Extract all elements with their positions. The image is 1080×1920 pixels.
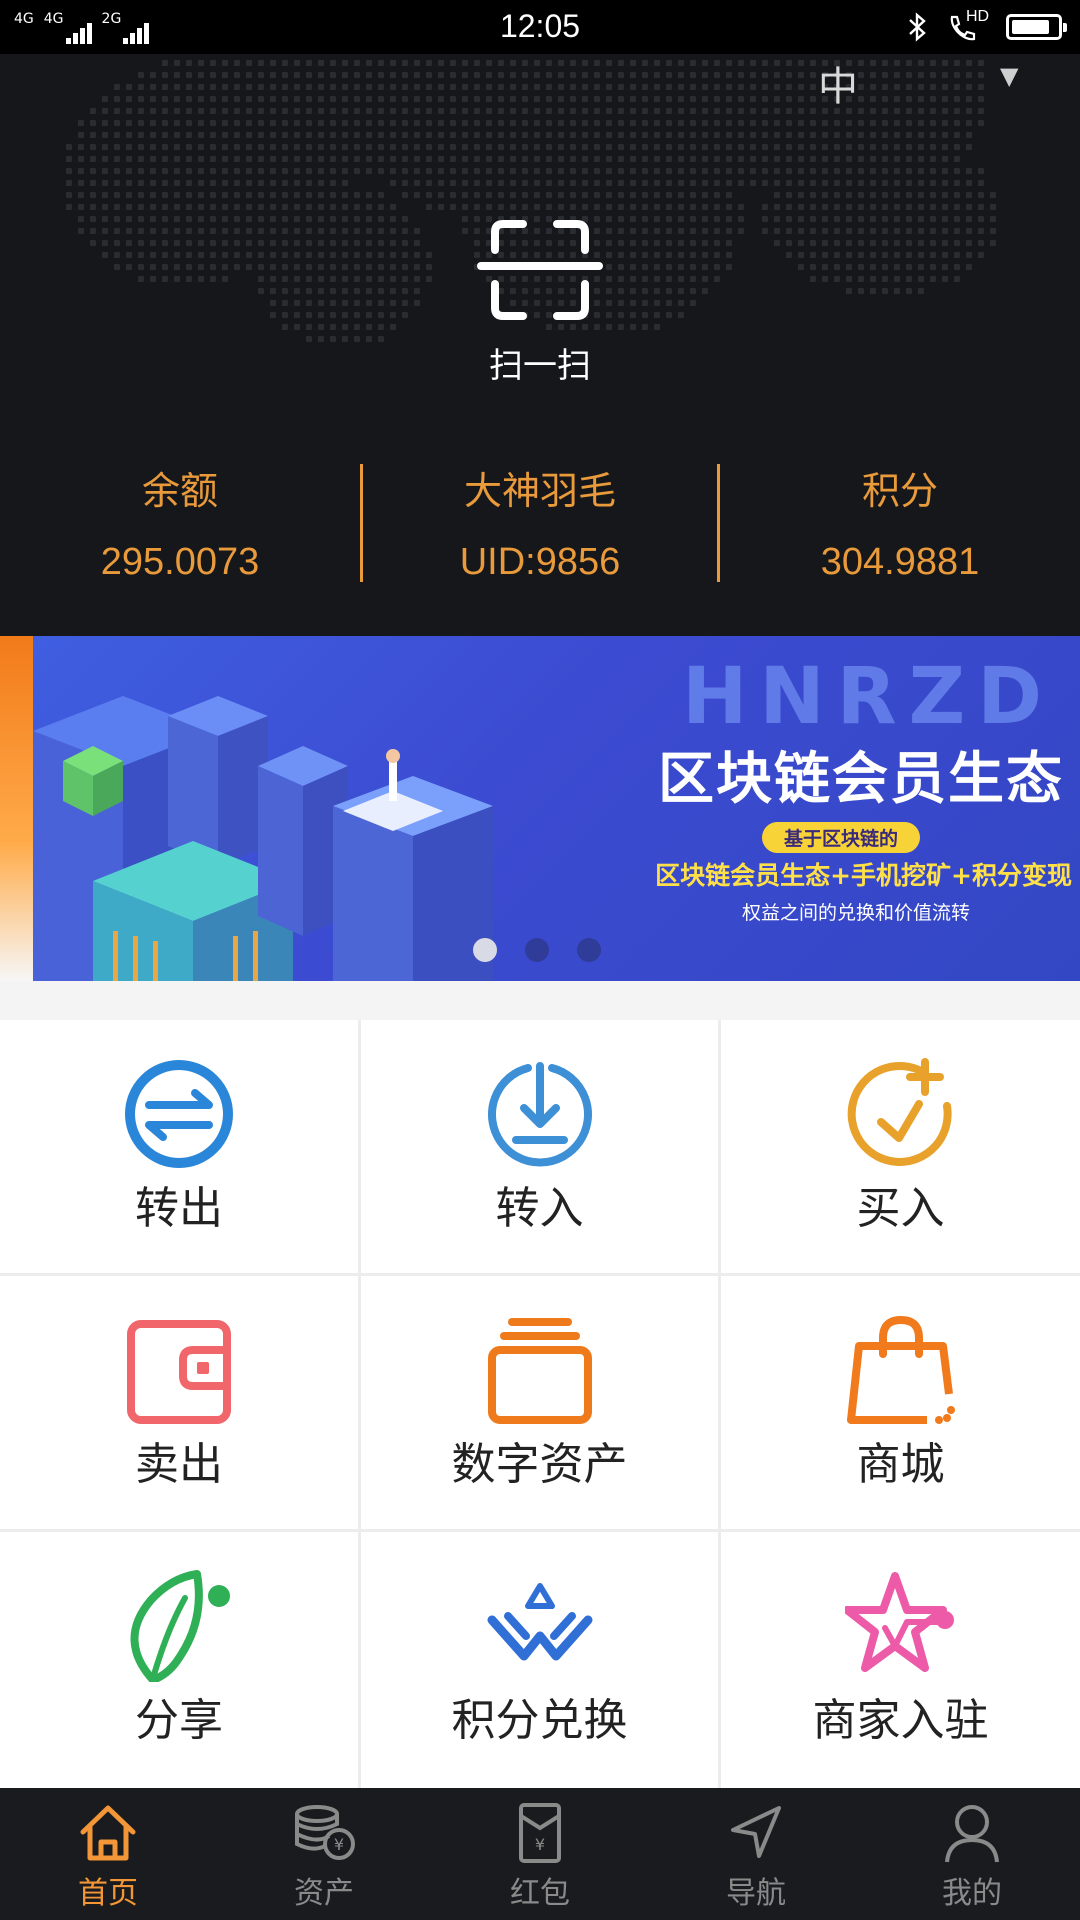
username-stat[interactable]: 大神羽毛 UID:9856 bbox=[360, 454, 720, 584]
nav-label: 首页 bbox=[78, 1876, 138, 1911]
leaf-icon bbox=[130, 1570, 230, 1682]
battery-icon bbox=[1006, 14, 1067, 40]
mall-button[interactable]: 商城 bbox=[721, 1276, 1080, 1529]
menu-label: 转入 bbox=[495, 1183, 584, 1234]
stat-title: 大神羽毛 bbox=[463, 469, 616, 513]
star-icon bbox=[844, 1572, 954, 1672]
transfer-out-button[interactable]: 转出 bbox=[0, 1020, 358, 1273]
chevron-down-icon[interactable]: ▼ bbox=[1000, 62, 1018, 90]
nav-profile[interactable]: 我的 bbox=[864, 1788, 1080, 1920]
sell-button[interactable]: 卖出 bbox=[0, 1276, 358, 1529]
status-bar: 4G 4G 2G 12:05 HD bbox=[0, 0, 1080, 54]
menu-label: 积分兑换 bbox=[451, 1695, 628, 1746]
red-envelope-icon: ¥ bbox=[519, 1803, 561, 1863]
menu-label: 转出 bbox=[135, 1183, 223, 1234]
banner-pill: 基于区块链的 bbox=[761, 822, 920, 853]
menu-label: 商城 bbox=[856, 1439, 945, 1490]
banner-brand: HNRZD bbox=[682, 652, 1054, 742]
stat-value: 295.0073 bbox=[100, 541, 260, 583]
account-header: 中 ▼ 扫一扫 余额 295.0073 大神羽毛 UID:9856 积分 304… bbox=[0, 54, 1080, 636]
wallet-icon bbox=[127, 1320, 231, 1424]
nav-red-envelope[interactable]: ¥ 红包 bbox=[432, 1788, 648, 1920]
stat-value: UID:9856 bbox=[459, 541, 621, 583]
stat-value: 304.9881 bbox=[820, 541, 980, 583]
bluetooth-icon bbox=[909, 12, 926, 42]
buy-icon bbox=[847, 1058, 952, 1166]
nav-label: 资产 bbox=[294, 1876, 354, 1911]
nav-label: 我的 bbox=[942, 1876, 1002, 1911]
profile-icon bbox=[945, 1805, 999, 1863]
promo-banner[interactable]: HNRZD 区块链会员生态 基于区块链的 区块链会员生态+手机挖矿+积分变现 权… bbox=[0, 636, 1080, 981]
navigation-icon bbox=[731, 1806, 781, 1858]
stat-divider bbox=[717, 464, 720, 582]
digital-assets-icon bbox=[487, 1318, 592, 1424]
scan-icon bbox=[477, 220, 603, 320]
hd-label: HD bbox=[966, 8, 990, 25]
transfer-in-icon bbox=[487, 1062, 592, 1167]
nav-label: 导航 bbox=[726, 1876, 786, 1911]
hd-call-icon: HD bbox=[946, 8, 990, 44]
banner-headline: 区块链会员生态 bbox=[658, 747, 1064, 812]
share-button[interactable]: 分享 bbox=[0, 1532, 358, 1788]
carousel-dot[interactable] bbox=[577, 938, 601, 962]
carousel-dot[interactable] bbox=[525, 938, 549, 962]
nav-label: 红包 bbox=[510, 1876, 570, 1911]
transfer-out-icon bbox=[125, 1060, 233, 1168]
merchant-join-button[interactable]: 商家入驻 bbox=[721, 1532, 1080, 1788]
shopping-bag-icon bbox=[846, 1315, 955, 1424]
balance-stat[interactable]: 余额 295.0073 bbox=[0, 454, 360, 584]
svg-text:¥: ¥ bbox=[334, 1835, 344, 1854]
carousel-indicators bbox=[473, 938, 601, 962]
menu-label: 买入 bbox=[856, 1183, 945, 1234]
menu-label: 卖出 bbox=[135, 1439, 223, 1490]
digital-assets-button[interactable]: 数字资产 bbox=[361, 1276, 718, 1529]
scan-button[interactable]: 扫一扫 bbox=[0, 220, 1080, 387]
carousel-dot[interactable] bbox=[473, 938, 497, 962]
language-selector[interactable]: 中 bbox=[818, 54, 858, 112]
menu-label: 商家入驻 bbox=[812, 1695, 989, 1746]
nav-navigation[interactable]: 导航 bbox=[648, 1788, 864, 1920]
exchange-icon bbox=[487, 1583, 592, 1661]
transfer-in-button[interactable]: 转入 bbox=[361, 1020, 718, 1273]
nav-assets[interactable]: ¥ 资产 bbox=[216, 1788, 432, 1920]
scan-label: 扫一扫 bbox=[489, 346, 591, 386]
account-stats: 余额 295.0073 大神羽毛 UID:9856 积分 304.9881 bbox=[0, 454, 1080, 584]
points-stat[interactable]: 积分 304.9881 bbox=[720, 454, 1080, 584]
coins-icon: ¥ bbox=[295, 1805, 355, 1860]
banner-caption: 权益之间的兑换和价值流转 bbox=[741, 902, 970, 924]
banner-subline: 区块链会员生态+手机挖矿+积分变现 bbox=[655, 861, 1072, 890]
menu-label: 数字资产 bbox=[451, 1439, 628, 1490]
nav-home[interactable]: 首页 bbox=[0, 1788, 216, 1920]
stat-divider bbox=[360, 464, 363, 582]
svg-text:¥: ¥ bbox=[535, 1835, 545, 1854]
points-exchange-button[interactable]: 积分兑换 bbox=[361, 1532, 718, 1788]
stat-title: 余额 bbox=[141, 469, 218, 513]
previous-slide-edge bbox=[0, 636, 33, 981]
menu-label: 分享 bbox=[135, 1695, 223, 1746]
buy-button[interactable]: 买入 bbox=[721, 1020, 1080, 1273]
home-icon bbox=[80, 1805, 136, 1861]
bottom-navigation: 首页 ¥ 资产 ¥ 红包 导航 我的 bbox=[0, 1788, 1080, 1920]
feature-grid: 转出 转入 买入 卖出 数字资产 商城 分享 积分兑换 商家入驻 bbox=[0, 1020, 1080, 1788]
stat-title: 积分 bbox=[861, 469, 938, 513]
